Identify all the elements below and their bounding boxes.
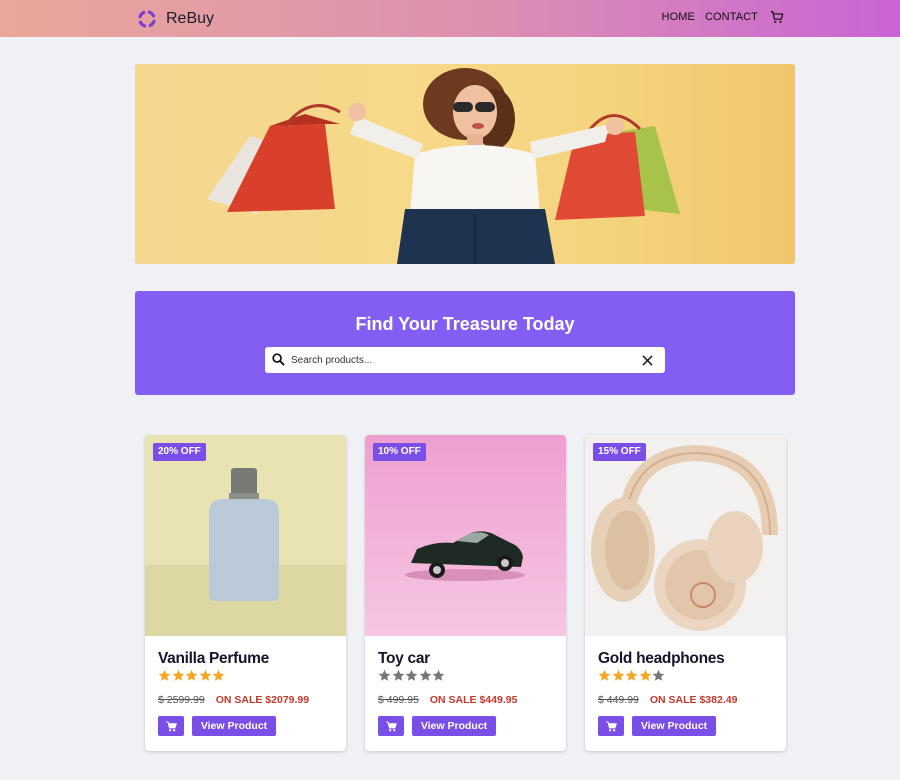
original-price: $ 449.99 [598, 694, 639, 706]
top-navbar: ReBuy HOME CONTACT [0, 0, 900, 37]
sale-price: ON SALE $449.95 [429, 694, 518, 706]
view-product-button[interactable]: View Product [192, 716, 276, 736]
cart-icon [385, 721, 397, 731]
cart-icon [605, 721, 617, 731]
star-empty-icon [378, 669, 391, 681]
original-price: $ 499.95 [378, 694, 419, 706]
star-filled-icon [199, 669, 211, 681]
logo-icon [138, 10, 156, 28]
star-filled-icon [598, 669, 611, 681]
brand-link[interactable]: ReBuy [136, 7, 214, 31]
star-empty-icon [392, 669, 404, 681]
brand-name: ReBuy [166, 10, 215, 27]
star-filled-icon [612, 669, 624, 681]
clear-search-icon[interactable] [642, 355, 653, 366]
search-input[interactable] [291, 350, 631, 370]
star-filled-icon [158, 669, 171, 681]
rating-stars [378, 669, 446, 682]
nav-link-contact[interactable]: CONTACT [705, 11, 758, 23]
discount-badge: 15% OFF [593, 443, 646, 461]
star-empty-icon [432, 669, 445, 681]
sale-price: ON SALE $2079.99 [215, 694, 310, 706]
discount-badge: 10% OFF [373, 443, 426, 461]
sale-price: ON SALE $382.49 [649, 694, 738, 706]
price-row: $ 2599.99 ON SALE $2079.99 [158, 694, 309, 706]
star-filled-icon [212, 669, 225, 681]
product-image-toy-car[interactable]: 10% OFF [365, 435, 566, 636]
search-banner: Find Your Treasure Today [135, 291, 795, 395]
search-box [265, 347, 665, 373]
star-empty-icon [419, 669, 431, 681]
view-product-button[interactable]: View Product [412, 716, 496, 736]
star-empty-icon [652, 669, 665, 681]
hero-shopping-woman-illustration [207, 68, 680, 264]
product-title[interactable]: Gold headphones [598, 650, 725, 668]
hero-banner-image [135, 64, 795, 264]
nav-link-home[interactable]: HOME [662, 11, 695, 23]
product-card: 10% OFF Toy car $ 499.95 ON SALE $449.95… [365, 435, 566, 751]
cart-icon [165, 721, 177, 731]
product-image-headphones[interactable]: 15% OFF [585, 435, 786, 636]
star-empty-icon [405, 669, 418, 681]
discount-badge: 20% OFF [153, 443, 206, 461]
star-filled-icon [625, 669, 638, 681]
add-to-cart-button[interactable] [158, 716, 184, 736]
product-title[interactable]: Vanilla Perfume [158, 650, 269, 668]
star-filled-icon [172, 669, 184, 681]
add-to-cart-button[interactable] [598, 716, 624, 736]
product-title[interactable]: Toy car [378, 650, 430, 668]
original-price: $ 2599.99 [158, 694, 205, 706]
star-filled-icon [639, 669, 651, 681]
view-product-button[interactable]: View Product [632, 716, 716, 736]
search-icon [272, 353, 285, 366]
product-card: 15% OFF Gold headphones $ 449.99 ON SALE… [585, 435, 786, 751]
nav-links: HOME CONTACT [652, 10, 784, 24]
price-row: $ 499.95 ON SALE $449.95 [378, 694, 517, 706]
rating-stars [158, 669, 226, 682]
product-card: 20% OFF Vanilla Perfume $ 2599.99 ON SAL… [145, 435, 346, 751]
price-row: $ 449.99 ON SALE $382.49 [598, 694, 737, 706]
rating-stars [598, 669, 666, 682]
cart-icon[interactable] [770, 10, 784, 24]
banner-title: Find Your Treasure Today [355, 314, 575, 334]
product-image-perfume[interactable]: 20% OFF [145, 435, 346, 636]
add-to-cart-button[interactable] [378, 716, 404, 736]
star-filled-icon [185, 669, 198, 681]
